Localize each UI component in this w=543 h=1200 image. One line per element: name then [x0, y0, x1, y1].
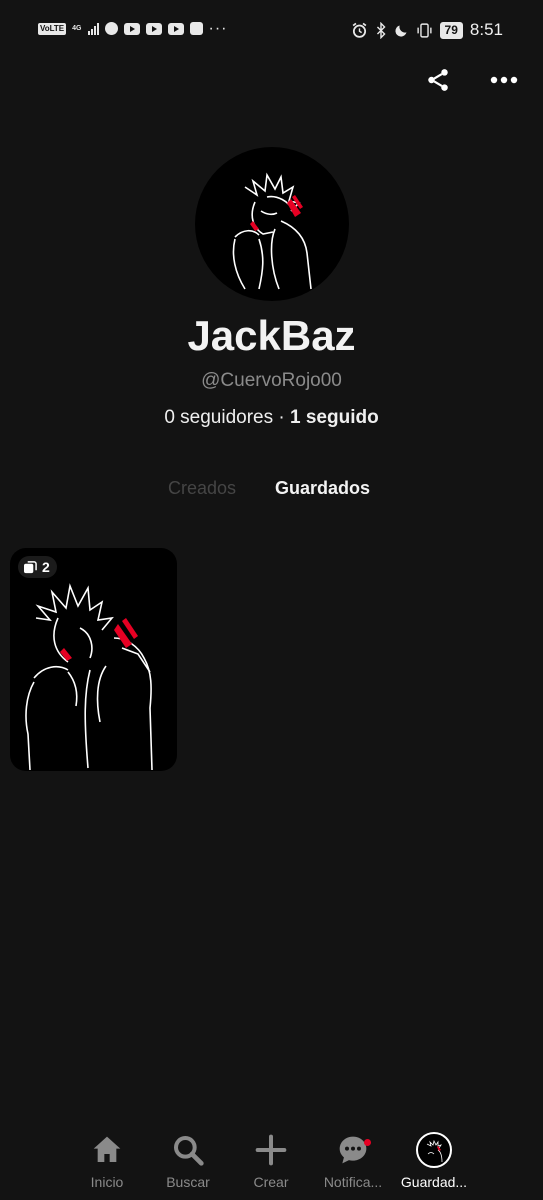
youtube-icon: [167, 22, 184, 35]
following-count[interactable]: 1 seguido: [290, 407, 379, 428]
anime-character-drawing: [232, 172, 312, 290]
signal-icon: [87, 22, 99, 35]
nav-notificaciones[interactable]: Notifica...: [313, 1130, 393, 1190]
alarm-icon: [352, 22, 366, 38]
more-icon: [490, 76, 518, 84]
avatar-icon: [416, 1132, 452, 1168]
nav-label: Guardad...: [400, 1174, 468, 1190]
home-icon: [93, 1136, 121, 1162]
more-options-button[interactable]: [484, 62, 524, 98]
search-icon: [174, 1136, 204, 1166]
status-left: VoLTE 4G ···: [38, 19, 228, 37]
bottom-navigation: Inicio Buscar Crear Notifica... Guardad.…: [0, 1130, 543, 1200]
followers-count[interactable]: 0 seguidores: [164, 407, 273, 428]
nav-buscar[interactable]: Buscar: [148, 1130, 228, 1190]
plus-icon: [255, 1134, 287, 1166]
volte-indicator: VoLTE: [38, 22, 67, 35]
status-bar: VoLTE 4G ··· 79 8:51: [0, 0, 543, 62]
moon-icon: [394, 25, 407, 37]
youtube-icon: [123, 22, 140, 35]
chat-icon: [339, 1136, 367, 1164]
nav-inicio[interactable]: Inicio: [67, 1130, 147, 1190]
pin-count: 2: [42, 559, 50, 575]
nav-label: Inicio: [90, 1174, 124, 1190]
tab-creados[interactable]: Creados: [168, 478, 236, 499]
clock: 8:51: [469, 20, 503, 39]
follow-stats: 0 seguidores · 1 seguido: [0, 407, 543, 429]
vibrate-icon: [416, 22, 432, 38]
board-card[interactable]: 2: [10, 548, 177, 771]
nav-guardados[interactable]: Guardad...: [394, 1130, 474, 1190]
profile-name: JackBaz: [187, 312, 356, 359]
app-icon: [189, 22, 203, 35]
youtube-icon: [145, 22, 162, 35]
nav-label: Notifica...: [323, 1174, 383, 1190]
status-right: 79 8:51: [351, 20, 503, 40]
sections-icon: [24, 560, 37, 573]
network-type: 4G: [72, 25, 82, 32]
battery-indicator: 79: [439, 21, 463, 39]
more-notifications-icon: ···: [208, 19, 228, 37]
share-button[interactable]: [418, 62, 458, 98]
notification-dot: [364, 1139, 371, 1146]
profile-handle: @CuervoRojo00: [201, 370, 342, 391]
nav-label: Crear: [253, 1174, 289, 1190]
share-icon: [428, 69, 448, 91]
tab-guardados[interactable]: Guardados: [275, 478, 370, 499]
nav-crear[interactable]: Crear: [231, 1130, 311, 1190]
nav-label: Buscar: [166, 1174, 210, 1190]
pin-count-badge: 2: [18, 556, 57, 578]
separator: ·: [273, 407, 290, 428]
bluetooth-icon: [376, 21, 386, 39]
spotify-icon: [104, 22, 118, 35]
board-cover-image: [25, 583, 153, 771]
profile-avatar[interactable]: [195, 147, 349, 301]
